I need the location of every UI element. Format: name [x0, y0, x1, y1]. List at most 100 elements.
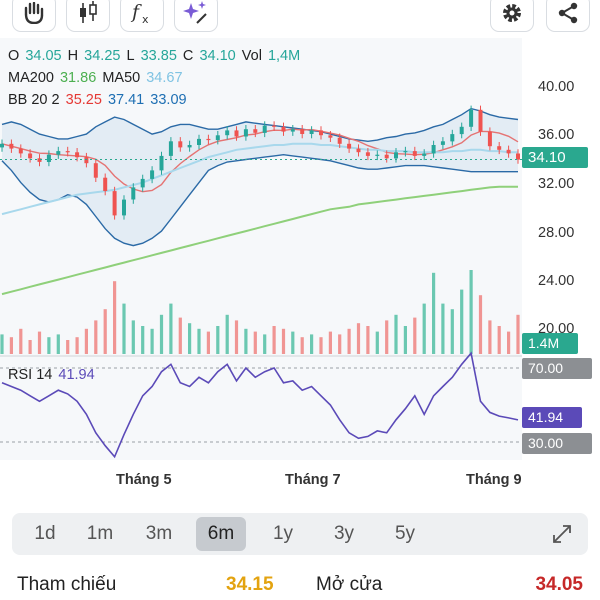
candle-body: [497, 146, 502, 150]
candle-body: [459, 126, 464, 135]
volume-bar: [188, 323, 192, 354]
candle-body: [243, 129, 248, 137]
candle-body: [112, 191, 117, 216]
close-value: 34.10: [199, 48, 236, 64]
ma-row: MA200 31.86 MA50 34.67: [8, 70, 185, 86]
open-price-label: Mở cửa: [316, 574, 383, 595]
volume-bar: [310, 334, 314, 354]
svg-text:f: f: [130, 1, 142, 23]
low-label: L: [126, 48, 135, 64]
candle-body: [187, 145, 192, 148]
drawing-tools-button[interactable]: [174, 0, 218, 32]
candle-body: [84, 157, 89, 164]
reference-price-label: Tham chiếu: [17, 574, 117, 595]
range-3y[interactable]: 3y: [319, 517, 369, 551]
volume-bar: [281, 328, 286, 354]
candle-body: [56, 151, 61, 155]
range-6m[interactable]: 6m: [196, 517, 246, 551]
price-axis-label: 28.00: [538, 225, 575, 241]
hand-icon: [24, 2, 44, 24]
candle-body: [103, 177, 108, 191]
ma200-label: MA200: [8, 70, 54, 86]
volume-bar: [75, 337, 79, 354]
chart-type-button[interactable]: [66, 0, 110, 32]
open-label: O: [8, 48, 20, 64]
reference-price-value: 34.15: [226, 574, 274, 595]
volume-bar: [253, 331, 257, 354]
candle-body: [75, 152, 80, 158]
bb-upper-value: 35.25: [65, 92, 102, 108]
candle-body: [365, 152, 370, 156]
volume-bar: [478, 295, 483, 354]
candle-body: [178, 141, 183, 148]
volume-bar: [328, 331, 332, 354]
volume-bar: [28, 340, 32, 354]
volume-bar: [507, 331, 511, 354]
bb-lower-value: 33.09: [150, 92, 187, 108]
toolbar: f x: [0, 0, 600, 34]
range-1m[interactable]: 1m: [75, 517, 125, 551]
rsi-label: RSI 14: [8, 367, 53, 383]
settings-button[interactable]: [490, 0, 534, 32]
volume-bar: [84, 328, 88, 354]
share-icon: [558, 2, 578, 24]
volume-bar: [197, 328, 201, 354]
indicators-button[interactable]: f x: [120, 0, 164, 32]
candle-body: [93, 163, 98, 178]
volume-bar: [394, 314, 398, 354]
volume-bar: [206, 331, 210, 354]
volume-bar: [403, 326, 407, 354]
ma200-value: 31.86: [59, 70, 97, 86]
volume-bar: [103, 309, 107, 354]
range-5y[interactable]: 5y: [380, 517, 430, 551]
volume-bar: [141, 326, 145, 354]
range-1d[interactable]: 1d: [20, 517, 70, 551]
volume-bar: [422, 303, 426, 354]
current-price-tag: 34.10: [522, 147, 588, 168]
range-1y[interactable]: 1y: [258, 517, 308, 551]
bb-middle-value: 37.41: [107, 92, 145, 108]
volume-bar: [347, 328, 351, 354]
hand-tool-button[interactable]: [12, 0, 56, 32]
candle-body: [234, 130, 239, 137]
stats-row: Tham chiếu 34.15 Mở cửa 34.05: [0, 574, 600, 600]
gear-icon: [503, 4, 521, 22]
volume-bar: [9, 337, 13, 354]
bb-row: BB 20 2 35.25 37.41 33.09: [8, 92, 189, 108]
candle-body: [168, 141, 173, 156]
ma200-line: [1, 185, 518, 296]
candle-body: [225, 130, 230, 136]
candle-body: [422, 153, 427, 156]
low-value: 33.85: [140, 48, 177, 64]
candle-body: [262, 125, 267, 133]
volume-bars: [0, 270, 520, 354]
candle-body: [46, 154, 51, 162]
share-button[interactable]: [546, 0, 590, 32]
ohlc-row: O 34.05 H 34.25 L 33.85 C 34.10 Vol 1,4M: [8, 48, 302, 64]
volume-bar: [497, 326, 501, 354]
volume-tag: 1.4M: [522, 333, 578, 354]
fullscreen-button[interactable]: [544, 517, 580, 551]
candle-body: [403, 151, 408, 153]
candle-body: [412, 151, 417, 156]
chart-area[interactable]: O 34.05 H 34.25 L 33.85 C 34.10 Vol 1,4M…: [0, 38, 600, 488]
volume-bar: [441, 303, 445, 354]
bb-label: BB 20 2: [8, 92, 60, 108]
svg-text:x: x: [142, 13, 149, 25]
ma50-value: 34.67: [146, 70, 183, 86]
range-selector: 1d 1m 3m 6m 1y 3y 5y: [12, 513, 588, 555]
range-3m[interactable]: 3m: [134, 517, 184, 551]
x-axis-label: Tháng 9: [466, 472, 522, 488]
bb-fill: [2, 108, 518, 246]
candlestick-icon: [80, 1, 97, 23]
candle-body: [28, 153, 33, 159]
candle-body: [309, 130, 314, 134]
candle-body: [347, 143, 352, 149]
candle-body: [215, 135, 220, 141]
volume-bar: [244, 328, 248, 354]
candle-body: [18, 148, 23, 154]
volume-bar: [216, 326, 220, 354]
candle-body: [506, 149, 511, 154]
volume-bar: [366, 326, 370, 354]
candle-body: [197, 138, 201, 145]
